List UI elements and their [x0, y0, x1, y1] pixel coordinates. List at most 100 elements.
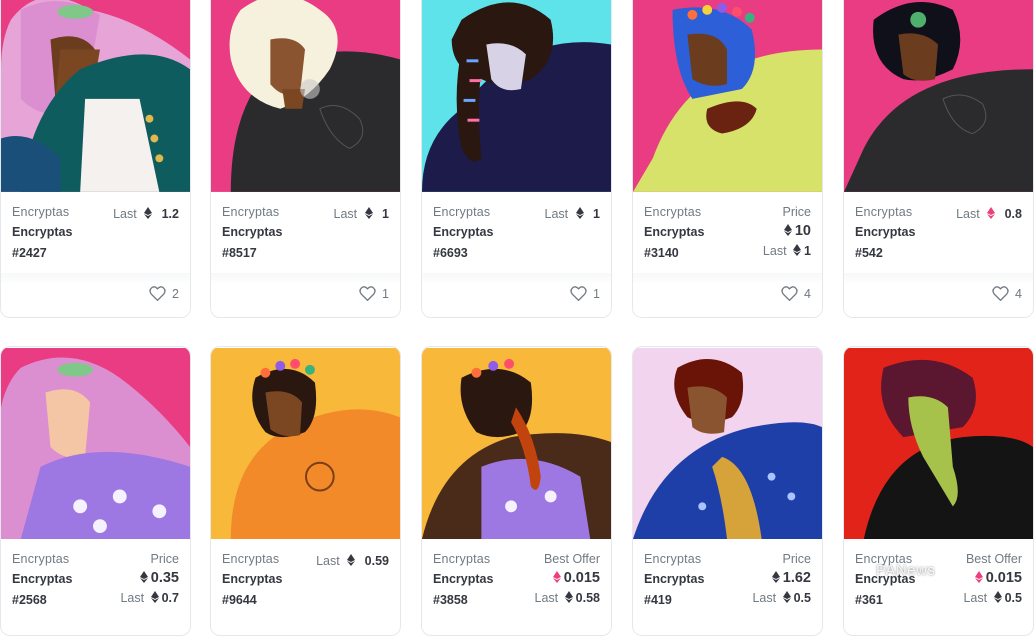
item-id: #8517: [222, 246, 257, 260]
card-info: Encryptas Encryptas #361 Best Offer 0.01…: [844, 540, 1033, 620]
card-footer: 2: [1, 273, 190, 317]
like-count: 2: [172, 286, 179, 301]
last-label: Last: [956, 207, 980, 221]
nft-card[interactable]: Encryptas Encryptas #542 Last 0.8 4: [843, 0, 1034, 318]
weth-icon: [974, 571, 983, 583]
nft-image[interactable]: [844, 0, 1033, 193]
nft-image[interactable]: [211, 347, 400, 540]
price-block: Price 10 Last 1: [763, 205, 811, 258]
last-sale: Last 0.58: [535, 591, 600, 605]
last-value: 0.7: [161, 591, 179, 605]
like-count: 4: [1015, 286, 1022, 301]
last-sale: Last 1: [763, 244, 811, 258]
nft-card[interactable]: Encryptas Encryptas #8517 Last 1 1: [210, 0, 401, 318]
last-label: Last: [752, 591, 777, 605]
item-name: Encryptas: [855, 225, 916, 239]
last-label: Last: [762, 244, 787, 258]
last-value: 1: [382, 207, 389, 221]
last-label: Last: [113, 207, 137, 221]
heart-icon: [149, 286, 166, 301]
last-sale: Last 1: [544, 205, 600, 223]
offer-amount: 0.015: [985, 570, 1022, 586]
best-offer-label: Best Offer: [543, 552, 600, 566]
card-footer: 4: [633, 273, 822, 317]
price-block: Price 1.62 Last 0.5: [752, 552, 811, 605]
item-id: #542: [855, 246, 883, 260]
nft-image[interactable]: [211, 0, 400, 193]
offer-block: Best Offer 0.015 Last 0.5: [963, 552, 1022, 605]
last-label: Last: [534, 591, 559, 605]
last-label: Last: [963, 591, 988, 605]
nft-card[interactable]: Encryptas Encryptas #2427 Last 1.2 2: [0, 0, 191, 318]
card-footer: 1: [211, 273, 400, 317]
eth-icon: [347, 554, 356, 566]
nft-image[interactable]: [633, 347, 822, 540]
last-value: 0.5: [793, 591, 811, 605]
heart-icon: [359, 286, 376, 301]
last-label: Last: [120, 591, 145, 605]
nft-image[interactable]: [422, 0, 611, 193]
last-label: Last: [316, 554, 340, 568]
eth-icon: [364, 207, 373, 219]
last-sale: Last 0.8: [956, 205, 1022, 223]
price-block: Price 0.35 Last 0.7: [120, 552, 179, 605]
price-amount: 10: [794, 223, 811, 239]
best-offer-label: Best Offer: [965, 552, 1022, 566]
nft-card[interactable]: Encryptas Encryptas #419 Price 1.62 Last…: [632, 346, 823, 636]
like-count: 4: [804, 286, 811, 301]
offer-block: Best Offer 0.015 Last 0.58: [535, 552, 600, 605]
offer-amount: 0.015: [563, 570, 600, 586]
like-button[interactable]: 2: [149, 286, 179, 301]
eth-icon: [139, 571, 148, 583]
nft-image[interactable]: [1, 0, 190, 193]
eth-icon: [993, 591, 1002, 603]
card-info: Encryptas Encryptas #3140 Price 10 Last …: [633, 193, 822, 273]
item-name: Encryptas: [433, 225, 494, 239]
eth-icon: [793, 244, 802, 256]
like-button[interactable]: 4: [781, 286, 811, 301]
eth-icon: [771, 571, 780, 583]
nft-image[interactable]: [1, 347, 190, 540]
nft-card[interactable]: Encryptas Encryptas #6693 Last 1 1: [421, 0, 612, 318]
card-info: Encryptas Encryptas #9644 Last 0.59: [211, 540, 400, 620]
eth-icon: [782, 591, 791, 603]
heart-icon: [781, 286, 798, 301]
price-value: 0.35: [120, 570, 179, 586]
nft-image[interactable]: [422, 347, 611, 540]
item-name: Encryptas: [12, 225, 73, 239]
like-button[interactable]: 4: [992, 286, 1022, 301]
price-label: Price: [782, 552, 811, 566]
last-value: 0.58: [575, 591, 600, 605]
nft-card[interactable]: Encryptas Encryptas #2568 Price 0.35 Las…: [0, 346, 191, 636]
last-sale: Last 0.5: [963, 591, 1022, 605]
item-name: Encryptas: [222, 225, 283, 239]
price-amount: 0.35: [150, 570, 179, 586]
last-sale: Last 0.5: [752, 591, 811, 605]
eth-icon: [783, 224, 792, 236]
price-value: 1.62: [752, 570, 811, 586]
last-value: 1.2: [161, 207, 179, 221]
card-info: Encryptas Encryptas #2568 Price 0.35 Las…: [1, 540, 190, 620]
last-label: Last: [333, 207, 358, 221]
like-count: 1: [593, 286, 600, 301]
weth-icon: [987, 207, 996, 219]
eth-icon: [564, 591, 573, 603]
nft-image[interactable]: [633, 0, 822, 193]
offer-value: 0.015: [535, 570, 600, 586]
nft-card[interactable]: Encryptas Encryptas #9644 Last 0.59: [210, 346, 401, 636]
card-info: Encryptas Encryptas #2427 Last 1.2: [1, 193, 190, 273]
card-info: Encryptas Encryptas #8517 Last 1: [211, 193, 400, 273]
last-label: Last: [544, 207, 569, 221]
eth-icon: [575, 207, 584, 219]
card-info: Encryptas Encryptas #6693 Last 1: [422, 193, 611, 273]
eth-icon: [144, 207, 153, 219]
item-id: #6693: [433, 246, 468, 260]
like-count: 1: [382, 286, 389, 301]
like-button[interactable]: 1: [570, 286, 600, 301]
heart-icon: [992, 286, 1009, 301]
like-button[interactable]: 1: [359, 286, 389, 301]
nft-card[interactable]: Encryptas Encryptas #361 Best Offer 0.01…: [843, 346, 1034, 636]
nft-card[interactable]: Encryptas Encryptas #3858 Best Offer 0.0…: [421, 346, 612, 636]
nft-card[interactable]: Encryptas Encryptas #3140 Price 10 Last …: [632, 0, 823, 318]
nft-image[interactable]: [844, 347, 1033, 540]
